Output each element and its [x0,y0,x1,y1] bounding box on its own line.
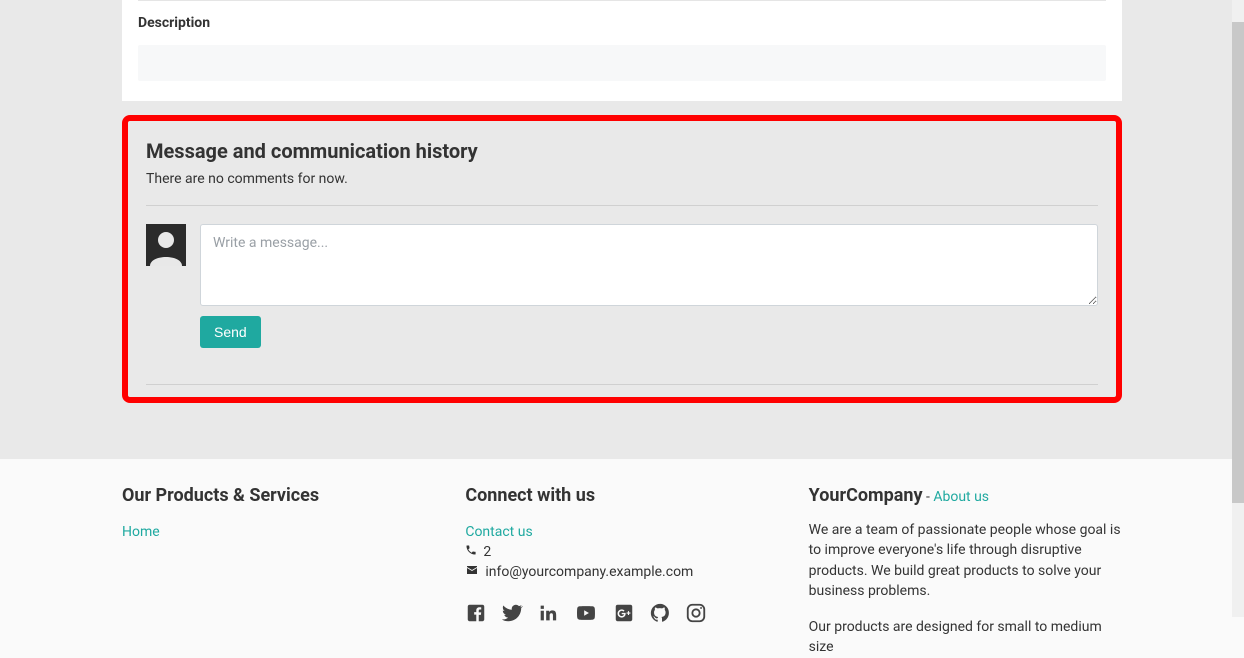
message-empty-text: There are no comments for now. [138,171,1106,187]
linkedin-icon[interactable] [537,602,559,624]
instagram-icon[interactable] [685,602,707,624]
footer-col-company: YourCompany - About us We are a team of … [809,485,1122,658]
social-row [465,602,778,624]
avatar-icon [146,224,186,266]
footer-about-sep: - [923,489,934,505]
description-box[interactable] [138,45,1106,81]
footer-about-link[interactable]: About us [933,489,989,505]
footer-col-products: Our Products & Services Home [122,485,435,658]
github-icon[interactable] [649,602,671,624]
scrollbar-thumb[interactable] [1232,22,1244,503]
footer-heading-connect: Connect with us [465,485,778,506]
footer: Our Products & Services Home Connect wit… [0,459,1244,658]
envelope-icon [465,564,479,580]
youtube-icon[interactable] [573,602,599,624]
message-input[interactable] [200,224,1098,306]
footer-home-link[interactable]: Home [122,524,160,540]
footer-para-2: Our products are designed for small to m… [809,617,1122,658]
divider [138,0,1106,1]
footer-heading-products: Our Products & Services [122,485,435,506]
user-avatar [146,224,186,266]
footer-contact-link[interactable]: Contact us [465,524,532,540]
message-history-section: Message and communication history There … [122,115,1122,403]
twitter-icon[interactable] [501,602,523,624]
top-card: Description [122,0,1122,101]
divider [146,205,1098,206]
footer-phone: 2 [483,544,491,560]
phone-icon [465,544,477,560]
send-button[interactable]: Send [200,316,261,348]
google-plus-icon[interactable] [613,602,635,624]
description-label: Description [138,15,1106,31]
footer-email: info@yourcompany.example.com [485,564,693,580]
message-history-title: Message and communication history [138,139,1106,163]
footer-company-name: YourCompany [809,485,923,506]
facebook-icon[interactable] [465,602,487,624]
footer-col-connect: Connect with us Contact us 2 info@yourco… [465,485,778,658]
message-compose-row: Send [138,224,1106,348]
divider [146,384,1098,385]
footer-para-1: We are a team of passionate people whose… [809,520,1122,601]
scrollbar[interactable] [1232,0,1244,617]
